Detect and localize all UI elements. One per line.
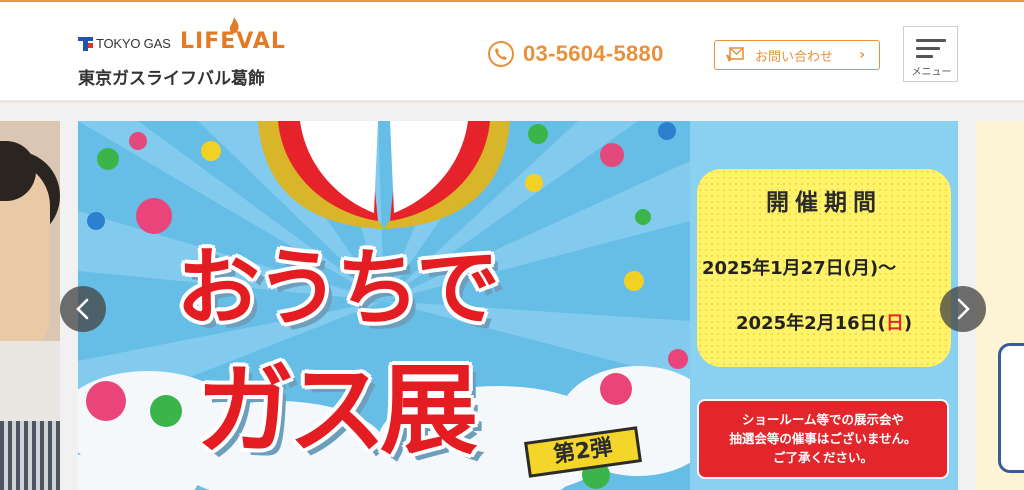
carousel-prev-button[interactable] — [60, 286, 106, 332]
phone-number: 03-5604-5880 — [523, 41, 664, 66]
event-period-end-suffix: ) — [903, 313, 913, 334]
site-logo[interactable]: TOKYO GAS LIFEVAL 東京ガスライフバル葛飾 — [78, 17, 308, 93]
logo-brand-prefix: TOKYO GAS — [96, 36, 171, 51]
event-period-end-date: 2025年2月16日( — [736, 313, 886, 334]
chevron-right-icon — [957, 298, 970, 320]
banner-headline-line2: ガス展 — [196, 354, 478, 468]
hamburger-icon — [916, 39, 946, 63]
tokyo-gas-mark-icon — [78, 37, 93, 51]
event-period-start: 2025年1月27日(月)～ — [702, 258, 897, 279]
event-period-end-day: 日 — [885, 313, 904, 334]
menu-button-label: メニュー — [911, 67, 952, 78]
menu-button[interactable]: メニュー — [903, 26, 958, 82]
chevron-left-icon — [76, 298, 89, 320]
flame-icon — [229, 17, 239, 33]
site-header: TOKYO GAS LIFEVAL 東京ガスライフバル葛飾 03-5604-58… — [0, 2, 1024, 103]
event-period-box: 開催期間 2025年1月27日(月)～ 2025年2月16日(日) — [697, 169, 951, 367]
event-notice-line3: ご了承ください。 — [772, 450, 873, 465]
phone-icon — [488, 41, 514, 67]
event-notice-line2: 抽選会等の催事はございません。 — [729, 431, 917, 446]
event-notice-box: ショールーム等での展示会や 抽選会等の催事はございません。 ご了承ください。 — [697, 399, 949, 479]
chevron-right-icon: › — [859, 47, 865, 63]
event-period-title: 開催期間 — [766, 190, 882, 216]
contact-button-label: お問い合わせ — [755, 49, 834, 65]
phone-link[interactable]: 03-5604-5880 — [488, 40, 664, 68]
previous-slide-peek[interactable] — [0, 121, 60, 490]
active-slide-banner[interactable]: おうちで ガス展 第2弾 開催期間 2025年1月27日(月)～ 2025年2月… — [78, 121, 958, 490]
contact-button[interactable]: お問い合わせ › — [714, 40, 880, 70]
carousel-next-button[interactable] — [940, 286, 986, 332]
banner-headline-line1: おうちで — [176, 239, 500, 337]
store-name: 東京ガスライフバル葛飾 — [78, 69, 265, 89]
event-notice-text: ショールーム等での展示会や 抽選会等の催事はございません。 ご了承ください。 — [699, 410, 947, 467]
hero-carousel: おうちで ガス展 第2弾 開催期間 2025年1月27日(月)～ 2025年2月… — [0, 103, 1024, 490]
contact-icon — [725, 47, 745, 63]
event-notice-line1: ショールーム等での展示会や — [741, 412, 905, 427]
event-period-end: 2025年2月16日(日) — [736, 309, 912, 335]
